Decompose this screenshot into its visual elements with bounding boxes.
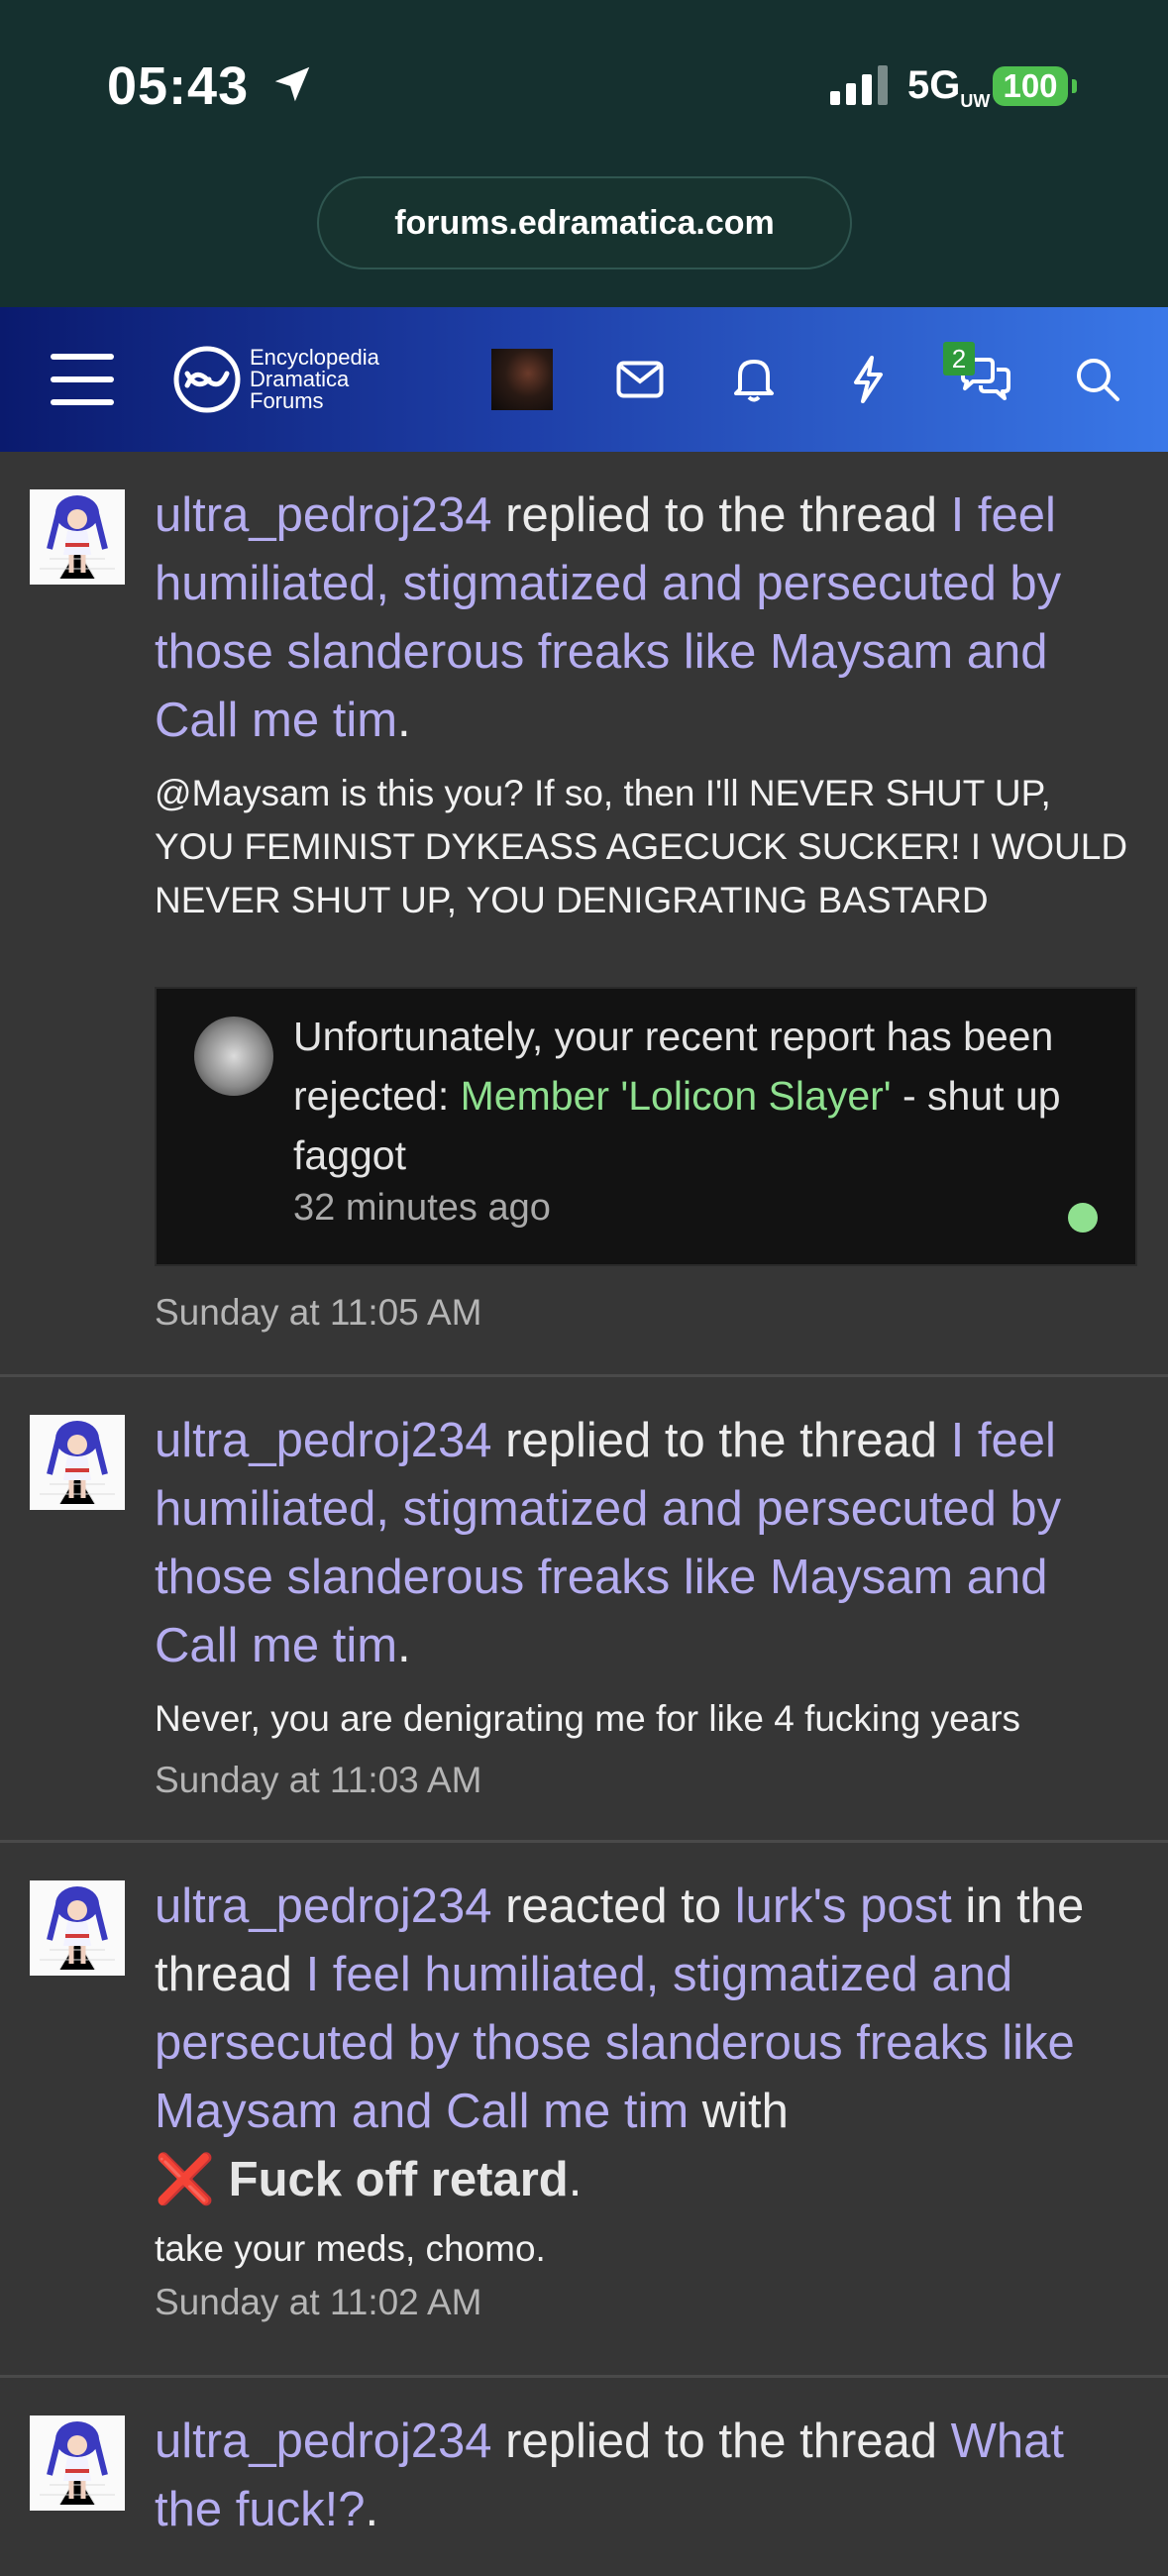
member-link[interactable]: ultra_pedroj234: [155, 488, 492, 542]
member-avatar[interactable]: [30, 1415, 125, 1510]
member-link[interactable]: ultra_pedroj234: [155, 1879, 492, 1933]
battery-cap: [1072, 79, 1077, 93]
search-icon: [1077, 359, 1119, 401]
cellular-signal-icon: [830, 65, 888, 105]
member-avatar[interactable]: [30, 2415, 125, 2511]
post-snippet: @Maysam is this you? If so, then I'll NE…: [155, 773, 1128, 920]
embed-avatar: [194, 1017, 273, 1096]
conversations-button[interactable]: [953, 307, 1018, 452]
envelope-icon: [616, 361, 664, 398]
activity-headline: ultra_pedroj234 replied to the thread I …: [155, 1414, 1062, 1672]
hamburger-icon: [51, 354, 114, 405]
inbox-button[interactable]: [606, 307, 674, 452]
network-type: 5GUW: [907, 63, 991, 111]
whats-new-button[interactable]: [838, 307, 898, 452]
activity-text: ultra_pedroj234 reacted to lurk's post i…: [155, 1873, 1135, 2323]
post-link[interactable]: lurk's post: [735, 1879, 952, 1933]
activity-headline: ultra_pedroj234 replied to the thread Wh…: [155, 2415, 1065, 2536]
embed-text: Unfortunately, your recent report has be…: [293, 1014, 1061, 1178]
activity-timestamp[interactable]: Sunday at 11:02 AM: [155, 2282, 1135, 2323]
clock: 05:43: [107, 56, 250, 116]
ed-logo-icon: [173, 346, 241, 413]
unread-dot: [1068, 1203, 1098, 1233]
alerts-button[interactable]: [721, 307, 787, 452]
member-link[interactable]: ultra_pedroj234: [155, 1414, 492, 1467]
lightning-icon: [854, 356, 883, 403]
post-snippet: Never, you are denigrating me for like 4…: [155, 1698, 1021, 1739]
user-avatar[interactable]: [491, 349, 553, 410]
activity-text: ultra_pedroj234 replied to the thread I …: [155, 482, 1135, 927]
site-logo-text[interactable]: Encyclopedia Dramatica Forums: [250, 347, 379, 412]
forum-navbar: Encyclopedia Dramatica Forums: [0, 307, 1168, 452]
member-avatar[interactable]: [30, 489, 125, 585]
member-link[interactable]: ultra_pedroj234: [155, 2415, 492, 2468]
list-item: ultra_pedroj234 replied to the thread Wh…: [0, 2378, 1168, 2576]
url-bar[interactable]: forums.edramatica.com: [317, 176, 852, 269]
reaction-name: Fuck off retard: [228, 2153, 569, 2206]
battery-indicator: 100: [993, 66, 1068, 106]
bell-icon: [734, 360, 774, 402]
member-avatar[interactable]: [30, 1880, 125, 1976]
activity-timestamp[interactable]: Sunday at 11:03 AM: [155, 1760, 1135, 1801]
embedded-image: Unfortunately, your recent report has be…: [155, 987, 1137, 1266]
search-button[interactable]: [1068, 307, 1127, 452]
activity-feed: ultra_pedroj234 replied to the thread I …: [0, 452, 1168, 2576]
activity-text: ultra_pedroj234 replied to the thread I …: [155, 1407, 1135, 1801]
list-item: ultra_pedroj234 reacted to lurk's post i…: [0, 1843, 1168, 2378]
list-item: ultra_pedroj234 replied to the thread I …: [0, 452, 1168, 1377]
menu-button[interactable]: [40, 307, 125, 452]
status-bar: 05:43 5GUW 100 forums.edramatica.com: [0, 0, 1168, 307]
conversations-count-badge: 2: [943, 342, 975, 376]
post-snippet: take your meds, chomo.: [155, 2228, 546, 2269]
cross-mark-icon: ❌: [155, 2153, 216, 2206]
list-item: ultra_pedroj234 replied to the thread I …: [0, 1377, 1168, 1843]
embed-timestamp: 32 minutes ago: [293, 1187, 551, 1229]
site-logo[interactable]: [172, 307, 242, 452]
location-arrow-icon: [274, 66, 310, 102]
activity-text: ultra_pedroj234 replied to the thread Wh…: [155, 2408, 1135, 2544]
activity-headline: ultra_pedroj234 replied to the thread I …: [155, 488, 1062, 747]
activity-headline: ultra_pedroj234 reacted to lurk's post i…: [155, 1879, 1085, 2206]
activity-timestamp[interactable]: Sunday at 11:05 AM: [155, 1292, 482, 1334]
